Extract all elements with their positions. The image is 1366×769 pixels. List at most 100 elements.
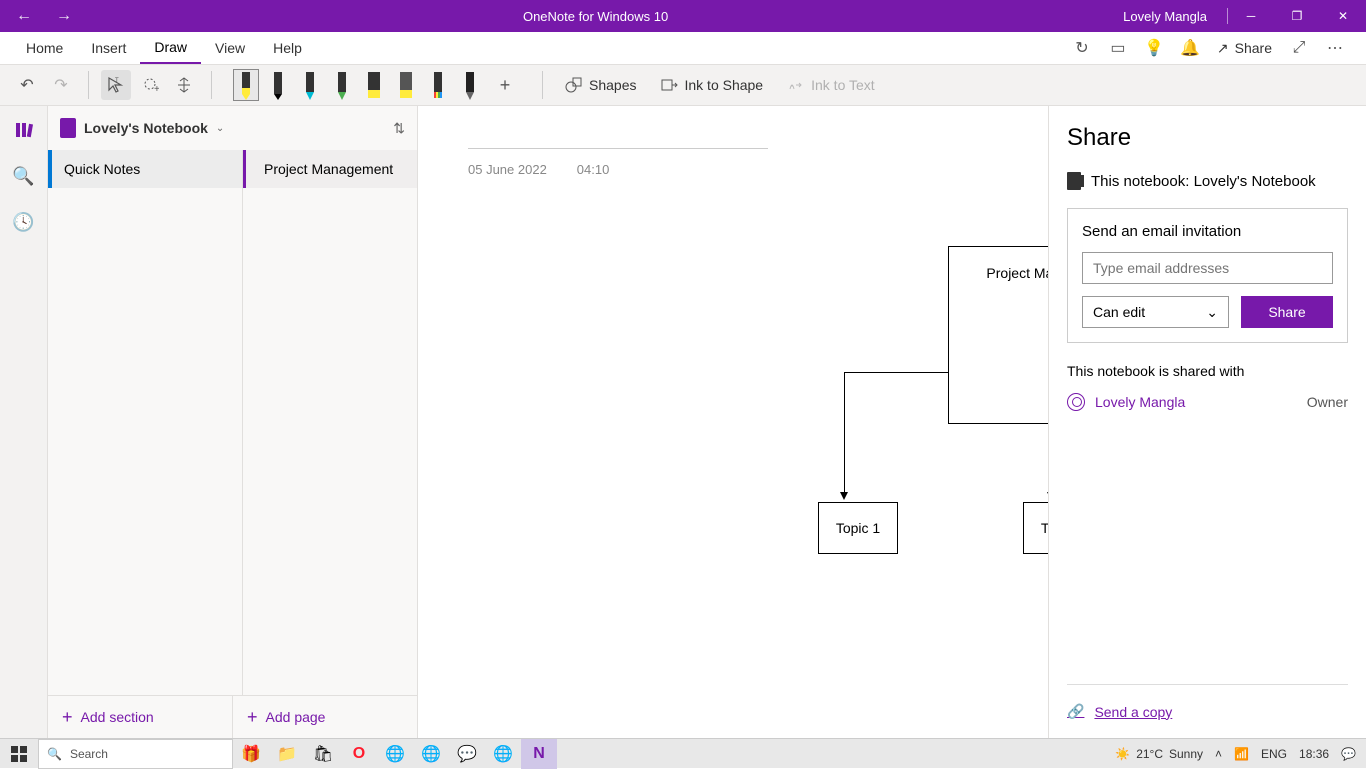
diagram-child-box[interactable]: Topic 2 (1023, 502, 1048, 554)
navigation-panel: Lovely's Notebook ⌄ ⇅ Quick Notes Projec… (48, 106, 418, 738)
page-time: 04:10 (577, 162, 610, 177)
diagram-root-box[interactable]: Project Management (948, 246, 1048, 424)
pen-teal[interactable] (298, 70, 322, 100)
add-page-button[interactable]: + Add page (233, 696, 417, 738)
start-button[interactable] (0, 739, 38, 769)
lightbulb-icon[interactable]: 💡 (1145, 39, 1163, 57)
ribbon-tabs: Home Insert Draw View Help ↻ ▭ 💡 🔔 ↗ Sha… (0, 32, 1366, 64)
taskbar-app-chrome-3[interactable]: 🌐 (485, 739, 521, 769)
shared-person[interactable]: Lovely Mangla Owner (1067, 393, 1348, 411)
pages-column: Project Management (243, 150, 417, 695)
taskbar-app-chrome[interactable]: 🌐 (377, 739, 413, 769)
close-button[interactable]: ✕ (1320, 0, 1366, 32)
wifi-icon[interactable]: 📶 (1234, 747, 1249, 761)
left-sidebar: 🔍 🕓 (0, 106, 48, 738)
tab-draw[interactable]: Draw (140, 32, 201, 64)
bell-icon[interactable]: 🔔 (1181, 39, 1199, 57)
svg-text:+: + (154, 84, 159, 94)
taskbar-app-whatsapp[interactable]: 💬 (449, 739, 485, 769)
page-canvas[interactable]: 05 June 2022 04:10 Project Management To… (418, 106, 1048, 738)
language-indicator[interactable]: ENG (1261, 747, 1287, 761)
insert-space-tool[interactable] (169, 70, 199, 100)
chevron-down-icon: ⌄ (1206, 304, 1218, 321)
send-copy-link[interactable]: 🔗 Send a copy (1067, 703, 1348, 720)
section-item[interactable]: Quick Notes (48, 150, 242, 188)
username[interactable]: Lovely Mangla (1103, 9, 1227, 24)
tab-help[interactable]: Help (259, 32, 316, 64)
pen-yellow[interactable] (234, 70, 258, 100)
ink-to-text-icon (787, 76, 805, 94)
select-tool[interactable]: T (101, 70, 131, 100)
minimize-button[interactable]: ─ (1228, 0, 1274, 32)
invite-label: Send an email invitation (1082, 223, 1333, 240)
ink-to-shape-button[interactable]: Ink to Shape (650, 70, 773, 100)
weather-widget[interactable]: ☀️ 21°C Sunny (1115, 747, 1203, 761)
taskbar-app-store[interactable]: 🛍 (305, 739, 341, 769)
taskbar-app-opera[interactable]: O (341, 739, 377, 769)
lasso-tool[interactable]: + (135, 70, 165, 100)
recent-icon[interactable]: 🕓 (12, 210, 36, 234)
ink-to-text-button: Ink to Text (777, 70, 885, 100)
tab-view[interactable]: View (201, 32, 259, 64)
sort-button[interactable]: ⇅ (393, 120, 405, 137)
share-submit-button[interactable]: Share (1241, 296, 1333, 328)
draw-toolbar: ↶ ↷ T + + Shapes Ink to Shape Ink to Tex… (0, 64, 1366, 106)
taskbar: 🔍 Search 🎁 📁 🛍 O 🌐 🌐 💬 🌐 N ☀️ 21°C Sunny… (0, 738, 1366, 768)
fullscreen-icon[interactable]: ⤢ (1290, 39, 1308, 57)
tab-home[interactable]: Home (12, 32, 77, 64)
redo-button[interactable]: ↷ (46, 70, 76, 100)
share-panel-title: Share (1067, 124, 1348, 152)
page-date: 05 June 2022 (468, 162, 547, 177)
shapes-icon (565, 76, 583, 94)
person-role: Owner (1307, 394, 1348, 410)
taskbar-app-onenote[interactable]: N (521, 739, 557, 769)
share-ribbon-button[interactable]: ↗ Share (1217, 40, 1272, 57)
page-label: Project Management (264, 161, 393, 177)
main-area: 🔍 🕓 Lovely's Notebook ⌄ ⇅ Quick Notes Pr… (0, 106, 1366, 738)
page-meta: 05 June 2022 04:10 (468, 162, 609, 177)
maximize-button[interactable]: ❐ (1274, 0, 1320, 32)
taskbar-app-explorer[interactable]: 📁 (269, 739, 305, 769)
plus-icon: + (62, 707, 73, 728)
sections-column: Quick Notes (48, 150, 243, 695)
plus-icon: + (247, 707, 258, 728)
link-icon: 🔗 (1067, 703, 1084, 720)
highlighter-yellow-2[interactable] (394, 70, 418, 100)
pen-black[interactable] (266, 70, 290, 100)
back-arrow[interactable]: ← (16, 7, 32, 25)
search-sidebar-icon[interactable]: 🔍 (12, 164, 36, 188)
tray-chevron-icon[interactable]: ˄ (1215, 747, 1222, 761)
add-section-button[interactable]: + Add section (48, 696, 233, 738)
notifications-icon[interactable]: 💬 (1341, 747, 1356, 761)
notebook-icon (1067, 172, 1081, 190)
permission-select[interactable]: Can edit ⌄ (1082, 296, 1229, 328)
pen-green[interactable] (330, 70, 354, 100)
forward-arrow[interactable]: → (56, 7, 72, 25)
shapes-button[interactable]: Shapes (555, 70, 646, 100)
share-panel: Share This notebook: Lovely's Notebook S… (1048, 106, 1366, 738)
person-name: Lovely Mangla (1095, 394, 1185, 410)
page-icon[interactable]: ▭ (1109, 39, 1127, 57)
pen-rainbow[interactable] (426, 70, 450, 100)
more-icon[interactable]: ⋯ (1326, 39, 1344, 57)
notebooks-icon[interactable] (12, 118, 36, 142)
system-tray: ☀️ 21°C Sunny ˄ 📶 ENG 18:36 💬 (1115, 747, 1366, 761)
pencil-black[interactable] (458, 70, 482, 100)
clock[interactable]: 18:36 (1299, 747, 1329, 761)
page-item[interactable]: Project Management (243, 150, 417, 188)
sync-icon[interactable]: ↻ (1073, 39, 1091, 57)
undo-button[interactable]: ↶ (12, 70, 42, 100)
section-label: Quick Notes (64, 161, 140, 177)
taskbar-search[interactable]: 🔍 Search (38, 739, 233, 769)
share-notebook-label: This notebook: Lovely's Notebook (1067, 172, 1348, 190)
email-input[interactable] (1082, 252, 1333, 284)
notebook-header[interactable]: Lovely's Notebook ⌄ ⇅ (48, 106, 417, 150)
app-title: OneNote for Windows 10 (88, 9, 1103, 24)
taskbar-app-chrome-2[interactable]: 🌐 (413, 739, 449, 769)
add-pen-button[interactable]: + (490, 70, 520, 100)
diagram-child-box[interactable]: Topic 1 (818, 502, 898, 554)
highlighter-yellow[interactable] (362, 70, 386, 100)
taskbar-app-gift[interactable]: 🎁 (233, 739, 269, 769)
person-icon (1067, 393, 1085, 411)
tab-insert[interactable]: Insert (77, 32, 140, 64)
